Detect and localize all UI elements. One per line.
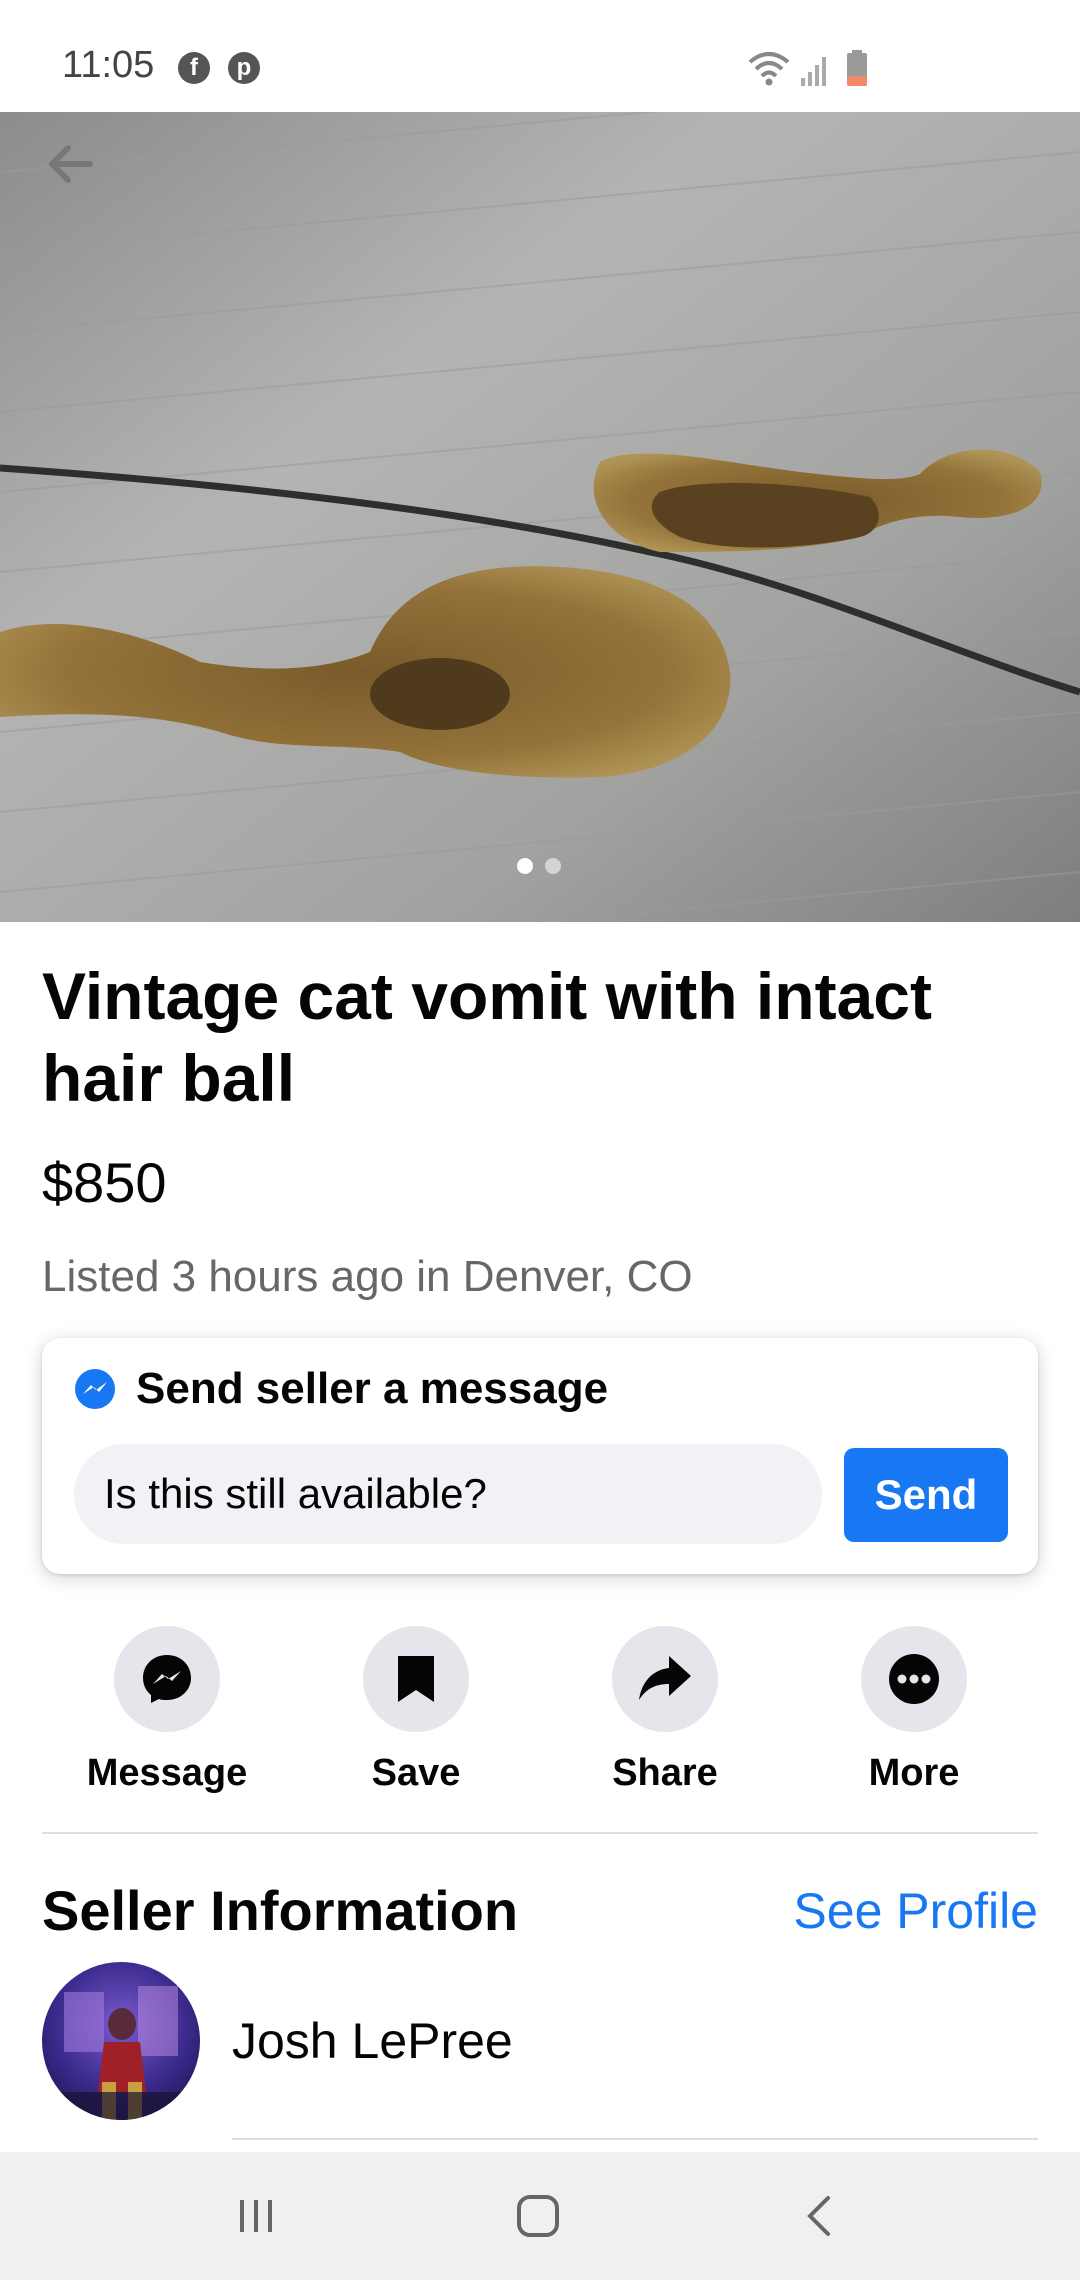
send-message-title: Send seller a message [136,1364,609,1413]
status-bar: 11:05 f p [0,0,1080,112]
save-action-label: Save [371,1752,461,1794]
share-icon [639,1656,691,1700]
recent-apps-button[interactable] [226,2188,286,2244]
back-button[interactable] [46,144,110,208]
system-nav-bar [0,2152,1080,2280]
listing-photo-image [0,112,1080,922]
seller-information-heading: Seller Information [42,1879,519,1942]
image-pager[interactable] [517,858,561,874]
status-time: 11:05 [62,44,155,86]
seller-name[interactable]: Josh LePree [232,2012,513,2070]
more-action-button[interactable]: More [789,1626,1039,1795]
messenger-icon [75,1369,115,1409]
message-action-circle[interactable] [114,1626,220,1732]
battery-icon [847,50,867,86]
section-divider [42,1832,1038,1834]
listing-price: $850 [42,1151,167,1214]
facebook-icon: f [178,52,210,84]
chevron-left-icon [807,2196,830,2236]
home-icon [517,2195,559,2237]
arrow-left-icon [49,145,93,183]
send-message-card: Send seller a message Send [42,1338,1038,1574]
more-icon [889,1654,939,1704]
send-button[interactable]: Send [844,1448,1008,1542]
see-profile-link[interactable]: See Profile [793,1882,1038,1940]
messenger-icon [143,1655,191,1703]
image-pager-dot-1[interactable] [517,858,533,874]
pinterest-icon: p [228,52,260,84]
share-action-circle[interactable] [612,1626,718,1732]
more-action-label: More [868,1752,960,1794]
more-action-circle[interactable] [861,1626,967,1732]
listing-meta: Listed 3 hours ago in Denver, CO [42,1252,693,1301]
message-action-button[interactable]: Message [42,1626,292,1795]
seller-avatar-image [42,1962,200,2120]
share-action-button[interactable]: Share [540,1626,790,1795]
image-pager-dot-2[interactable] [545,858,561,874]
message-input[interactable] [74,1444,822,1544]
listing-photo[interactable] [0,112,1080,922]
listing-title: Vintage cat vomit with intact hair ball [42,959,932,1115]
seller-divider [232,2138,1038,2140]
home-button[interactable] [508,2188,568,2244]
save-action-circle[interactable] [363,1626,469,1732]
bookmark-icon [398,1656,434,1702]
seller-avatar[interactable] [42,1962,200,2120]
message-action-label: Message [86,1752,248,1794]
share-action-label: Share [612,1752,718,1794]
nav-back-button[interactable] [790,2188,850,2244]
wifi-icon [748,52,790,86]
save-action-button[interactable]: Save [291,1626,541,1795]
signal-icon [801,57,826,86]
send-message-header: Send seller a message [74,1364,608,1414]
recent-apps-icon [240,2200,272,2232]
